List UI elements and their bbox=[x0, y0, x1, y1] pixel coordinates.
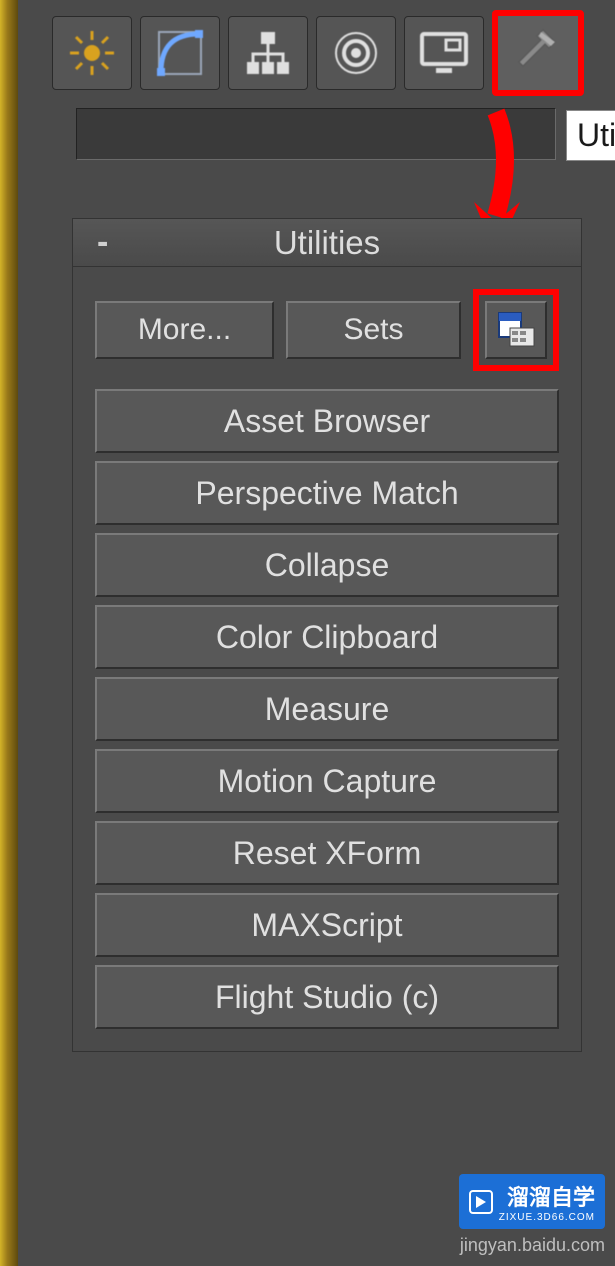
watermark-domain: jingyan.baidu.com bbox=[459, 1235, 605, 1256]
command-panel-tabs bbox=[52, 12, 612, 94]
motion-tab[interactable] bbox=[316, 16, 396, 90]
motion-icon bbox=[331, 28, 381, 78]
object-name-field[interactable] bbox=[76, 108, 556, 160]
utility-maxscript[interactable]: MAXScript bbox=[95, 893, 559, 957]
viewport-edge bbox=[0, 0, 18, 1266]
sun-icon bbox=[67, 28, 117, 78]
configure-icon bbox=[496, 310, 536, 350]
utility-collapse[interactable]: Collapse bbox=[95, 533, 559, 597]
display-icon bbox=[418, 28, 470, 78]
watermark: 溜溜自学 ZIXUE.3D66.COM jingyan.baidu.com bbox=[459, 1174, 605, 1256]
utility-asset-browser[interactable]: Asset Browser bbox=[95, 389, 559, 453]
utility-motion-capture[interactable]: Motion Capture bbox=[95, 749, 559, 813]
utilities-list: Asset Browser Perspective Match Collapse… bbox=[73, 385, 581, 1051]
utilities-top-row: More... Sets bbox=[73, 267, 581, 385]
play-icon bbox=[469, 1190, 493, 1214]
watermark-sub: ZIXUE.3D66.COM bbox=[499, 1212, 595, 1223]
utility-measure[interactable]: Measure bbox=[95, 677, 559, 741]
watermark-badge: 溜溜自学 ZIXUE.3D66.COM bbox=[459, 1174, 605, 1229]
watermark-brand: 溜溜自学 bbox=[507, 1185, 595, 1210]
utility-perspective-match[interactable]: Perspective Match bbox=[95, 461, 559, 525]
sets-button[interactable]: Sets bbox=[286, 301, 461, 359]
configure-button-sets[interactable] bbox=[485, 301, 547, 359]
utility-flight-studio[interactable]: Flight Studio (c) bbox=[95, 965, 559, 1029]
arc-icon bbox=[155, 28, 205, 78]
collapse-icon: - bbox=[97, 223, 108, 262]
utility-color-clipboard[interactable]: Color Clipboard bbox=[95, 605, 559, 669]
configure-highlight bbox=[473, 289, 559, 371]
utilities-rollout: - Utilities More... Sets bbox=[72, 218, 582, 1052]
command-panel: Uti - Utilities More... Sets bbox=[18, 0, 615, 1266]
rollout-title: Utilities bbox=[274, 224, 380, 262]
rollout-header[interactable]: - Utilities bbox=[73, 219, 581, 267]
utilities-tab[interactable] bbox=[492, 10, 584, 96]
hierarchy-icon bbox=[243, 28, 293, 78]
create-tab[interactable] bbox=[52, 16, 132, 90]
utilities-tooltip: Uti bbox=[566, 110, 615, 161]
display-tab[interactable] bbox=[404, 16, 484, 90]
utility-reset-xform[interactable]: Reset XForm bbox=[95, 821, 559, 885]
modify-tab[interactable] bbox=[140, 16, 220, 90]
more-button[interactable]: More... bbox=[95, 301, 274, 359]
hammer-icon bbox=[511, 26, 565, 80]
hierarchy-tab[interactable] bbox=[228, 16, 308, 90]
